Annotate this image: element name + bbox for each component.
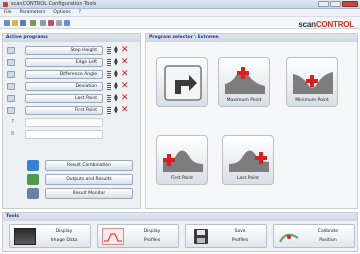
floppy-disk-icon — [194, 229, 208, 244]
reorder-arrows-icon[interactable]: ▲ ▼ — [114, 94, 119, 103]
window-controls — [318, 1, 358, 7]
display-profiles-button[interactable]: Display Profiles — [97, 224, 179, 248]
tile-label: Maximum Point — [226, 98, 262, 103]
delete-icon[interactable]: ✕ — [121, 93, 129, 103]
reorder-arrows-icon[interactable]: ▲ ▼ — [114, 70, 119, 79]
empty-program-slot[interactable] — [25, 118, 103, 127]
brand-logo: scanCONTROL — [298, 20, 354, 29]
tool-label: Save — [234, 229, 246, 234]
back-tile[interactable] — [156, 57, 208, 107]
tools-title: Tools — [3, 213, 357, 221]
calibrate-position-button[interactable]: Calibrate Position — [273, 224, 355, 248]
program-button[interactable]: Last Point — [25, 94, 103, 103]
delete-icon[interactable]: ✕ — [121, 69, 129, 79]
step-height-icon — [7, 47, 15, 54]
result-monitor-icon — [27, 188, 39, 199]
display-image-data-button[interactable]: Display Image Data — [9, 224, 91, 248]
info-icon[interactable] — [64, 20, 70, 26]
tool-label: Calibrate — [317, 229, 339, 234]
delete-icon[interactable]: ✕ — [121, 45, 129, 55]
grip-icon[interactable] — [107, 71, 111, 78]
tool-label: Profiles — [231, 238, 249, 243]
tile-minimum-point[interactable]: Minimum Point — [286, 57, 338, 107]
slot-number: 8 — [11, 131, 15, 137]
tile-last-point[interactable]: Last Point — [222, 135, 274, 185]
first-point-icon — [7, 107, 15, 114]
reorder-arrows-icon[interactable]: ▲ ▼ — [114, 58, 119, 67]
program-button[interactable]: Deviation — [25, 82, 103, 91]
title-bar: scanCONTROL Configuration Tools — [0, 0, 360, 9]
program-selector-panel: Program selector \ Extreme Maximum Point… — [145, 33, 358, 209]
first-point-icon — [163, 150, 203, 172]
tool-label: Display — [143, 229, 161, 234]
grip-icon[interactable] — [107, 107, 111, 114]
toolbar: scanCONTROL — [0, 17, 360, 29]
menu-help[interactable]: ? — [79, 10, 81, 15]
save-profiles-button[interactable]: Save Profiles — [185, 224, 267, 248]
program-selector-title: Program selector \ Extreme — [146, 34, 357, 42]
load-icon[interactable] — [30, 20, 36, 26]
grip-icon[interactable] — [107, 59, 111, 66]
tile-label: First Point — [170, 176, 194, 181]
delete-icon[interactable]: ✕ — [121, 57, 129, 67]
grip-icon[interactable] — [107, 95, 111, 102]
menu-file[interactable]: File — [4, 10, 12, 15]
tool-label: Position — [319, 238, 337, 243]
slot-number: 7 — [11, 119, 15, 125]
outputs-results-button[interactable]: Outputs and Results — [45, 174, 133, 185]
reorder-arrows-icon[interactable]: ▲ ▼ — [114, 46, 119, 55]
result-combination-button[interactable]: Result Combination — [45, 160, 133, 171]
active-programs-panel: Active programs Step Height ▲ ▼ ✕ Edge Le… — [2, 33, 141, 209]
tools-panel: Tools Display Image Data Display Profile… — [2, 212, 358, 252]
minimum-point-icon — [293, 72, 333, 94]
grip-icon[interactable] — [107, 83, 111, 90]
tile-label: Last Point — [237, 176, 259, 181]
outputs-results-icon — [27, 174, 39, 185]
calibrate-icon — [279, 233, 299, 243]
active-programs-title: Active programs — [3, 34, 140, 42]
tool-label: Profiles — [143, 238, 161, 243]
app-icon — [3, 2, 8, 7]
settings-icon[interactable] — [40, 20, 46, 26]
difference-angle-icon — [7, 71, 15, 78]
empty-program-slot[interactable] — [25, 130, 103, 139]
new-icon[interactable] — [4, 20, 10, 26]
program-button[interactable]: Difference Angle — [25, 70, 103, 79]
tile-first-point[interactable]: First Point — [156, 135, 208, 185]
delete-icon[interactable]: ✕ — [121, 105, 129, 115]
monitor-icon — [14, 228, 36, 245]
save-icon[interactable] — [20, 20, 26, 26]
tile-maximum-point[interactable]: Maximum Point — [218, 57, 270, 107]
menu-options[interactable]: Options — [53, 10, 70, 15]
deviation-icon — [7, 83, 15, 90]
program-button[interactable]: First Point — [25, 106, 103, 115]
last-point-icon — [229, 150, 269, 172]
program-button[interactable]: Edge Left — [25, 58, 103, 67]
tile-label: Minimum Point — [295, 98, 329, 103]
grip-icon[interactable] — [107, 47, 111, 54]
delete-icon[interactable]: ✕ — [121, 81, 129, 91]
tool-label: Display — [55, 229, 73, 234]
menu-bar: File Parameters Options ? — [0, 9, 360, 17]
window-title: scanCONTROL Configuration Tools — [11, 1, 97, 7]
close-button[interactable] — [342, 1, 358, 7]
reorder-arrows-icon[interactable]: ▲ ▼ — [114, 106, 119, 115]
maximize-button[interactable] — [330, 1, 341, 7]
menu-parameters[interactable]: Parameters — [20, 10, 46, 15]
back-arrow-icon — [164, 65, 202, 101]
result-combination-icon — [27, 160, 39, 171]
minimize-button[interactable] — [318, 1, 329, 7]
maximum-point-icon — [225, 67, 265, 94]
transfer-icon[interactable] — [48, 20, 54, 26]
connect-icon[interactable] — [56, 20, 62, 26]
reorder-arrows-icon[interactable]: ▲ ▼ — [114, 82, 119, 91]
tool-label: Image Data — [50, 238, 78, 243]
open-icon[interactable] — [12, 20, 18, 26]
edge-left-icon — [7, 59, 15, 66]
last-point-icon — [7, 95, 15, 102]
profile-chart-icon — [102, 228, 124, 245]
program-button[interactable]: Step Height — [25, 46, 103, 55]
result-monitor-button[interactable]: Result Monitor — [45, 188, 133, 199]
